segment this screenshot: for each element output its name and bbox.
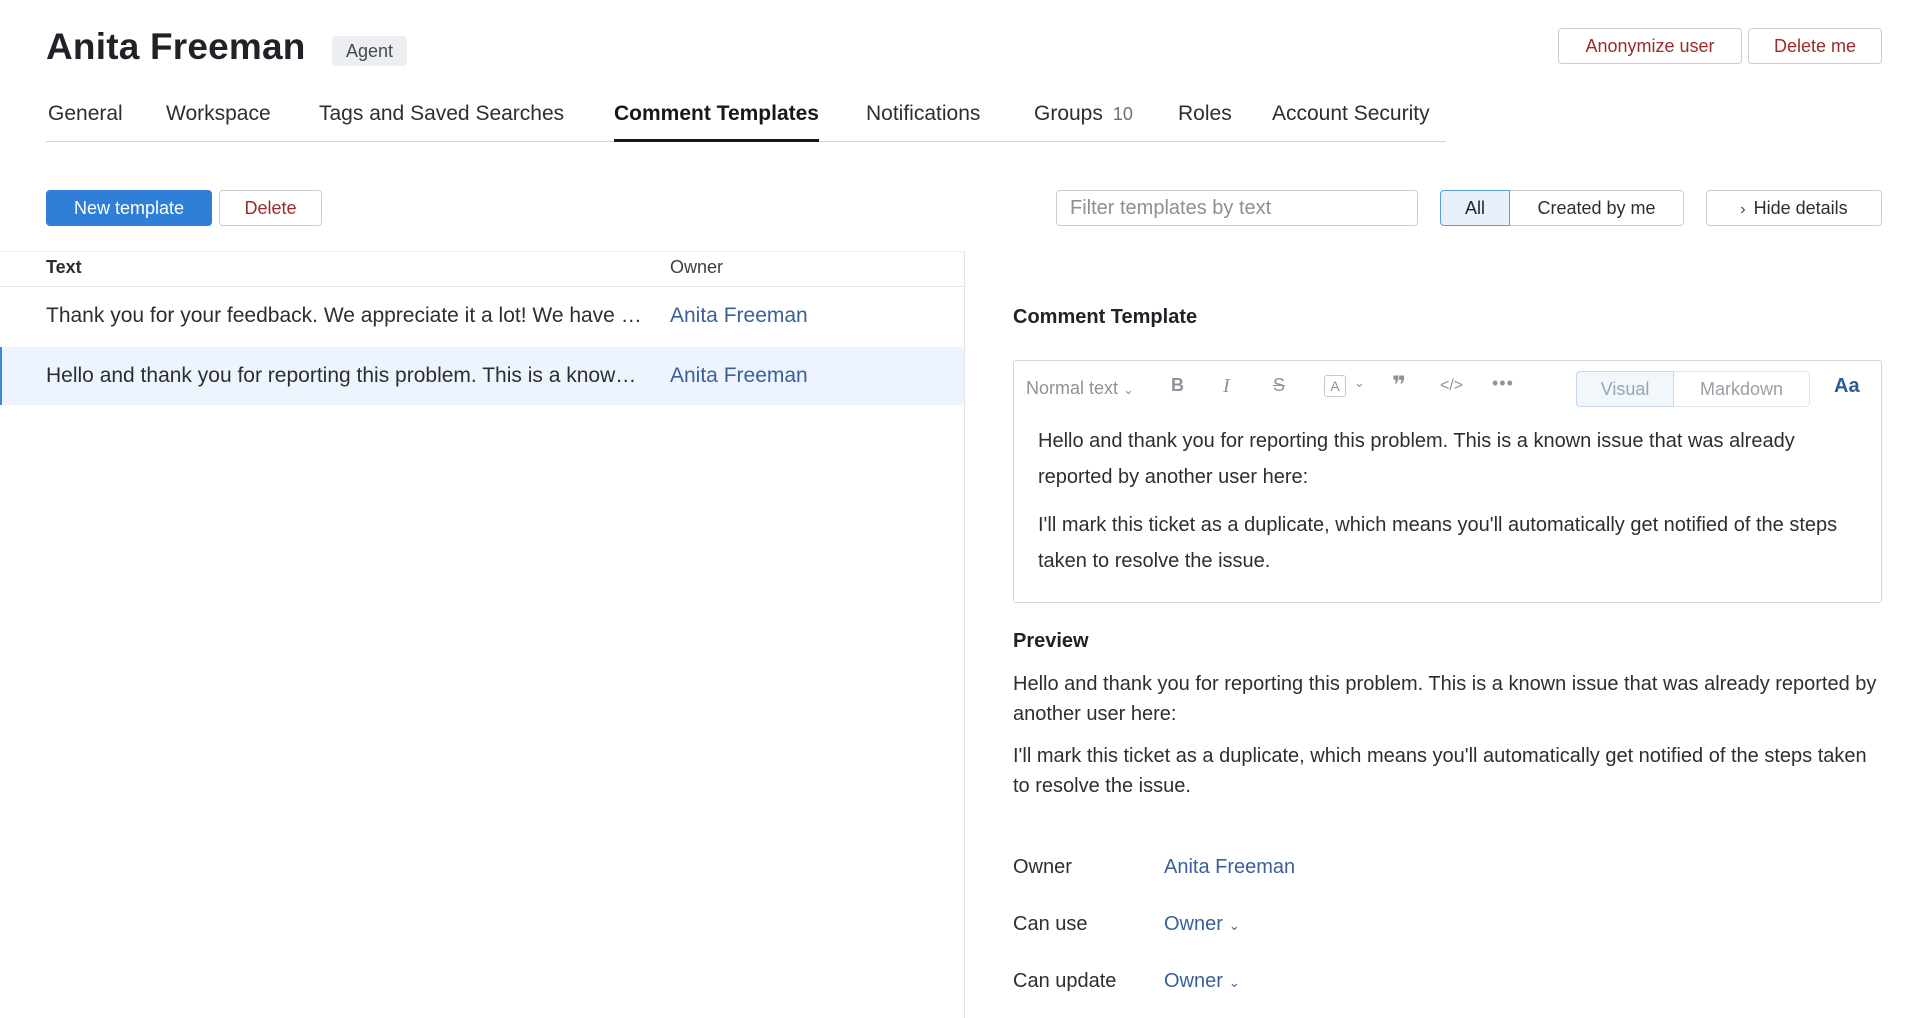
can-update-value: Owner — [1164, 970, 1223, 992]
chevron-down-icon: ⌄ — [1228, 918, 1240, 933]
filter-templates-input[interactable] — [1056, 190, 1418, 226]
editor-content[interactable]: Hello and thank you for reporting this p… — [1038, 423, 1858, 591]
can-use-label: Can use — [1013, 913, 1088, 935]
role-badge: Agent — [332, 36, 408, 66]
filter-all-button[interactable]: All — [1440, 190, 1510, 226]
chevron-down-icon: ⌄ — [1228, 975, 1240, 990]
editor-paragraph: I'll mark this ticket as a duplicate, wh… — [1038, 514, 1838, 572]
new-template-button[interactable]: New template — [46, 190, 212, 226]
list-top-divider — [0, 251, 965, 252]
column-header-text[interactable]: Text — [46, 257, 82, 278]
delete-template-button[interactable]: Delete — [219, 190, 322, 226]
can-update-dropdown[interactable]: Owner ⌄ — [1164, 970, 1240, 993]
chevron-right-icon: › — [1740, 201, 1746, 218]
owner-label: Owner — [1013, 856, 1072, 878]
owner-link[interactable]: Anita Freeman — [1164, 856, 1295, 879]
filter-created-by-me-button[interactable]: Created by me — [1510, 190, 1684, 226]
quote-icon[interactable]: ❞ — [1392, 371, 1406, 400]
table-row[interactable]: Thank you for your feedback. We apprecia… — [0, 287, 964, 345]
preview-title: Preview — [1013, 630, 1089, 652]
block-style-label: Normal text — [1026, 378, 1119, 398]
delete-me-button[interactable]: Delete me — [1748, 28, 1882, 64]
italic-icon[interactable]: I — [1223, 375, 1230, 398]
chevron-down-icon[interactable]: ⌄ — [1354, 375, 1365, 391]
panel-divider — [964, 251, 965, 1018]
column-header-owner[interactable]: Owner — [670, 257, 723, 278]
template-owner-link[interactable]: Anita Freeman — [670, 304, 808, 328]
chevron-down-icon: ⌄ — [1123, 382, 1134, 397]
preview-paragraph: Hello and thank you for reporting this p… — [1013, 673, 1877, 725]
template-editor: Normal text ⌄ B I S A ⌄ ❞ </> ••• Visual… — [1013, 360, 1882, 603]
code-icon[interactable]: </> — [1440, 377, 1463, 395]
markdown-mode-button[interactable]: Markdown — [1674, 371, 1810, 407]
hide-details-label: Hide details — [1753, 198, 1848, 218]
tab-account-security[interactable]: Account Security — [1272, 102, 1430, 142]
tab-general[interactable]: General — [48, 102, 123, 142]
preview-paragraph: I'll mark this ticket as a duplicate, wh… — [1013, 745, 1867, 797]
tab-groups[interactable]: Groups 10 — [1034, 102, 1133, 142]
anonymize-user-button[interactable]: Anonymize user — [1558, 28, 1742, 64]
template-text-cell: Thank you for your feedback. We apprecia… — [46, 304, 646, 327]
visual-mode-button[interactable]: Visual — [1576, 371, 1674, 407]
tab-comment-templates[interactable]: Comment Templates — [614, 102, 819, 142]
tab-notifications[interactable]: Notifications — [866, 102, 980, 142]
owner-filter-toggle: All Created by me — [1440, 190, 1684, 226]
can-use-value: Owner — [1164, 913, 1223, 935]
detail-title: Comment Template — [1013, 306, 1198, 328]
text-color-icon[interactable]: A — [1324, 375, 1346, 397]
tab-bar: General Workspace Tags and Saved Searche… — [46, 102, 1446, 142]
tab-workspace[interactable]: Workspace — [166, 102, 271, 142]
tab-roles[interactable]: Roles — [1178, 102, 1232, 142]
can-update-label: Can update — [1013, 970, 1117, 992]
block-style-dropdown[interactable]: Normal text ⌄ — [1026, 378, 1134, 399]
bold-icon[interactable]: B — [1171, 375, 1184, 396]
template-text-cell: Hello and thank you for reporting this p… — [46, 364, 646, 387]
tab-groups-label: Groups — [1034, 102, 1103, 125]
preview-content: Hello and thank you for reporting this p… — [1013, 669, 1883, 813]
strikethrough-icon[interactable]: S — [1273, 375, 1285, 396]
format-toggle-icon[interactable]: Aa — [1834, 375, 1860, 398]
groups-count-badge: 10 — [1112, 104, 1133, 124]
page-title: Anita Freeman — [46, 26, 306, 67]
tab-tags-and-saved-searches[interactable]: Tags and Saved Searches — [319, 102, 564, 142]
template-owner-link[interactable]: Anita Freeman — [670, 364, 808, 388]
table-row-selected[interactable]: Hello and thank you for reporting this p… — [0, 347, 964, 405]
hide-details-button[interactable]: › Hide details — [1706, 190, 1882, 226]
editor-paragraph: Hello and thank you for reporting this p… — [1038, 430, 1795, 488]
more-icon[interactable]: ••• — [1492, 373, 1514, 394]
can-use-dropdown[interactable]: Owner ⌄ — [1164, 913, 1240, 936]
